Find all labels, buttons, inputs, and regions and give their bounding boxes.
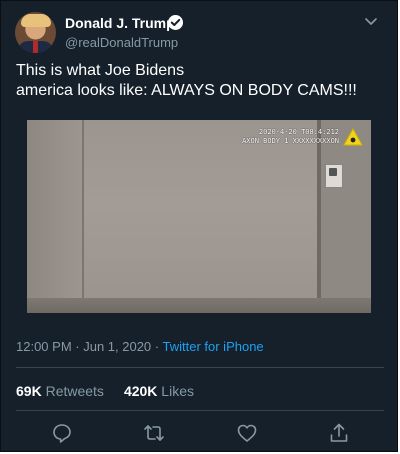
likes-stat[interactable]: 420K Likes	[124, 383, 194, 399]
likes-label: Likes	[161, 383, 194, 399]
tweet-time[interactable]: 12:00 PM	[16, 339, 72, 354]
reply-icon[interactable]	[51, 422, 73, 444]
tweet-video[interactable]: 2020-4-20 T08:4:212 AXON BODY 1 XXXXXXXXX…	[27, 120, 371, 313]
avatar-tie	[33, 41, 38, 53]
tweet-text: This is what Joe Bidens america looks li…	[16, 62, 357, 99]
retweets-label: Retweets	[45, 383, 104, 399]
video-door	[321, 120, 371, 313]
avatar[interactable]	[15, 12, 56, 53]
retweet-icon[interactable]	[143, 422, 165, 444]
tweet-meta: 12:00 PM · Jun 1, 2020 · Twitter for iPh…	[16, 339, 264, 354]
video-wall	[27, 120, 82, 313]
tweet-stats: 69K Retweets 420K Likes	[16, 383, 194, 399]
retweets-stat[interactable]: 69K Retweets	[16, 383, 104, 399]
video-latch-knob	[329, 168, 337, 176]
video-floor	[27, 298, 371, 313]
author-name[interactable]: Donald J. Trump	[65, 15, 175, 31]
divider	[16, 410, 384, 411]
meta-separator: ·	[151, 339, 163, 354]
chevron-down-icon[interactable]	[363, 13, 379, 29]
tweet-date[interactable]: Jun 1, 2020	[83, 339, 151, 354]
axon-logo-icon	[343, 127, 363, 146]
divider	[16, 367, 384, 368]
retweets-count: 69K	[16, 383, 42, 399]
heart-icon[interactable]	[236, 422, 258, 444]
verified-badge-icon	[168, 15, 183, 30]
meta-separator: ·	[71, 339, 84, 354]
tweet-card: Donald J. Trump @realDonaldTrump This is…	[0, 0, 398, 452]
likes-count: 420K	[123, 383, 158, 399]
author-handle[interactable]: @realDonaldTrump	[65, 35, 178, 50]
overlay-line-1: 2020-4-20 T08:4:212	[258, 128, 339, 136]
tweet-source[interactable]: Twitter for iPhone	[163, 339, 264, 354]
avatar-hair	[21, 14, 51, 27]
overlay-line-2: AXON BODY 1 XXXXXXXXXON	[242, 137, 339, 145]
bodycam-overlay-text: 2020-4-20 T08:4:212 AXON BODY 1 XXXXXXXXX…	[242, 128, 339, 146]
share-icon[interactable]	[328, 422, 350, 444]
video-wall-edge	[82, 120, 84, 313]
